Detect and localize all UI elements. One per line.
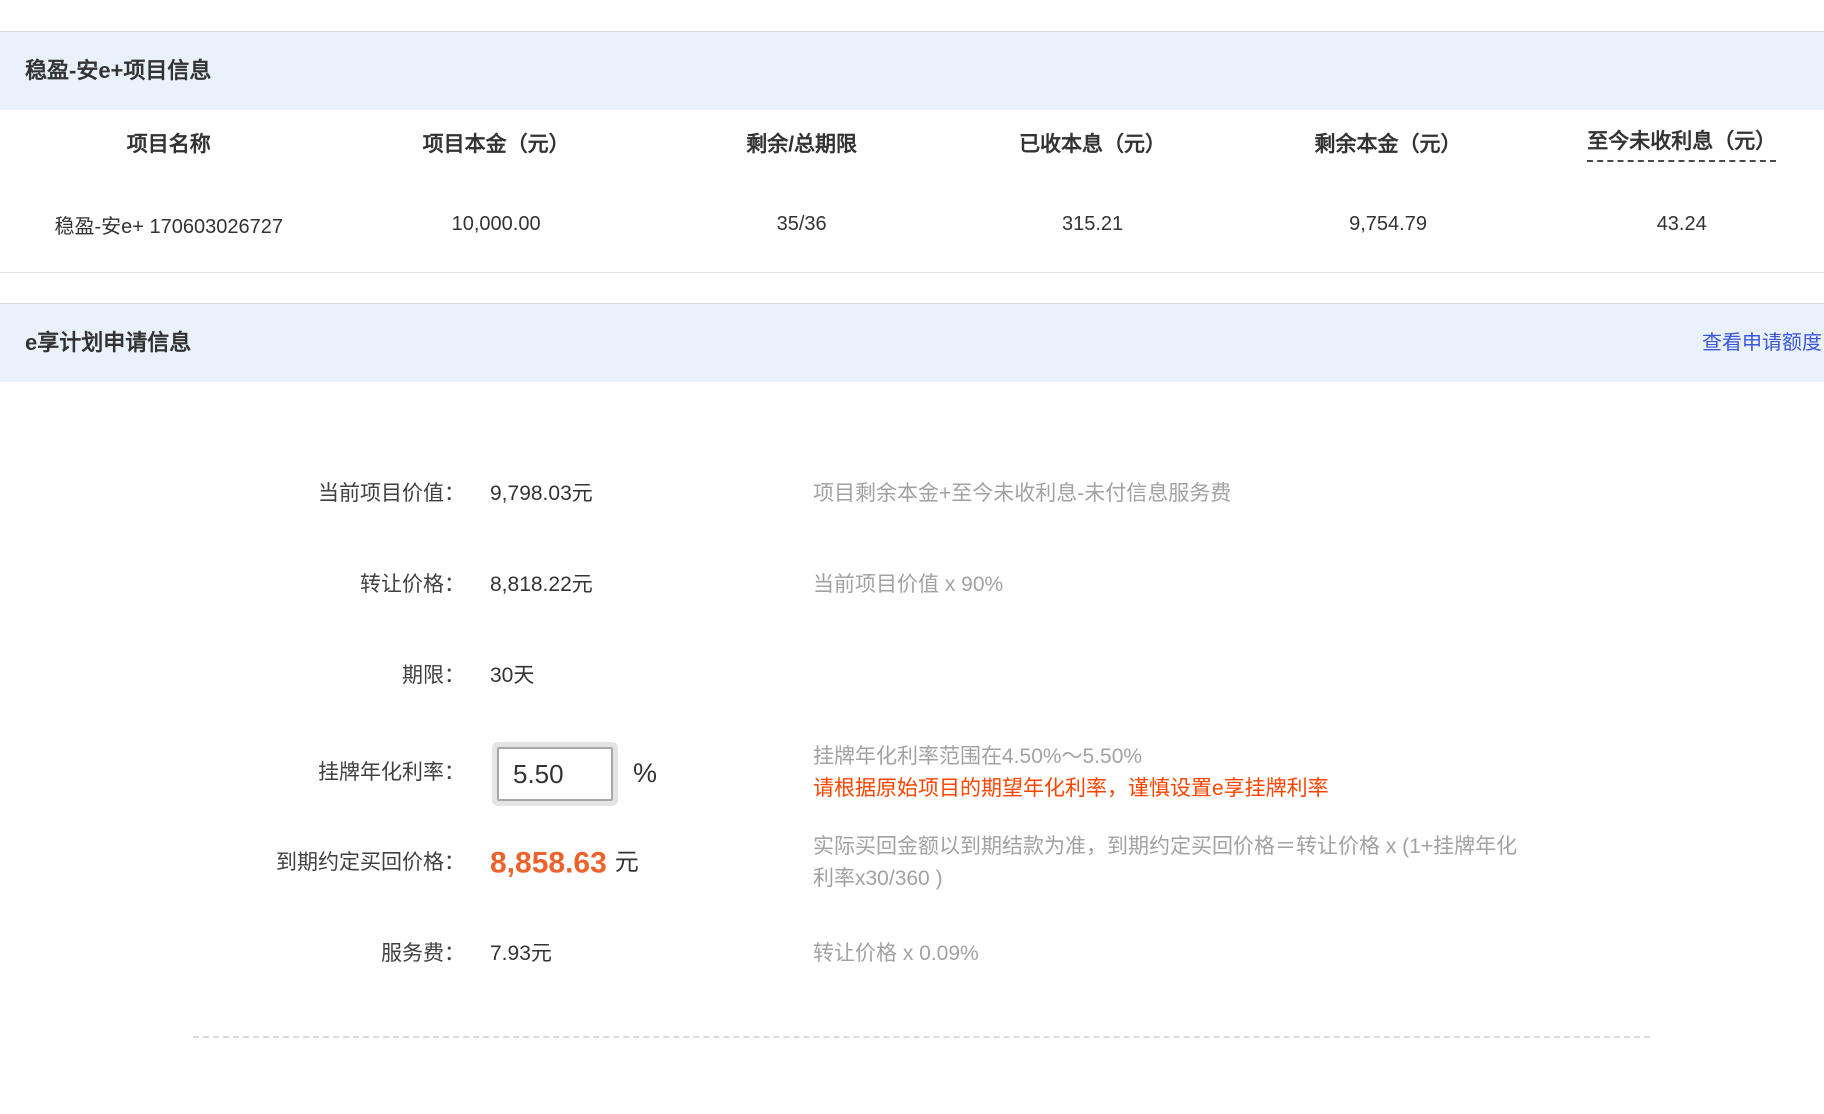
transfer-price-value: 8,818.22元 (490, 557, 593, 613)
service-fee-value: 7.93元 (490, 926, 552, 982)
project-info-header: 稳盈-安e+项目信息 (0, 32, 1824, 110)
eplan-title: e享计划申请信息 (25, 330, 191, 355)
view-application-quota-link[interactable]: 查看申请额度 (1702, 304, 1822, 382)
row-service-fee: 服务费： 7.93元 转让价格 x 0.09% (0, 926, 1824, 982)
listed-annual-rate-hint: 挂牌年化利率范围在4.50%～5.50% 请根据原始项目的期望年化利率，谨慎设置… (813, 741, 1583, 805)
eplan-header: e享计划申请信息 查看申请额度 (0, 304, 1824, 382)
row-buyback-price: 到期约定买回价格： 8,858.63元 实际买回金额以到期结款为准，到期约定买回… (0, 835, 1824, 891)
eplan-form: 当前项目价值： 9,798.03元 项目剩余本金+至今未收利息-未付信息服务费 … (0, 382, 1824, 1038)
page: 稳盈-安e+项目信息 项目名称 项目本金（元） 剩余/总期限 已收本息（元） 剩… (0, 0, 1824, 1114)
cell-unreceived-interest: 43.24 (1539, 176, 1824, 272)
col-project-name: 项目名称 (0, 110, 337, 176)
service-fee-hint: 转让价格 x 0.09% (813, 938, 1583, 970)
cell-project-name: 稳盈-安e+ 170603026727 (0, 176, 337, 272)
buyback-price-hint: 实际买回金额以到期结款为准，到期约定买回价格＝转让价格 x (1+挂牌年化 利率… (813, 831, 1583, 895)
listed-annual-rate-input[interactable] (497, 747, 613, 801)
term-value: 30天 (490, 648, 534, 704)
dashed-divider (193, 1036, 1650, 1038)
buyback-price-value-wrap: 8,858.63 元 (490, 835, 639, 891)
row-term: 期限： 30天 (0, 648, 1824, 704)
transfer-price-label: 转让价格： (0, 557, 465, 613)
buyback-price-label: 到期约定买回价格： (0, 835, 465, 891)
listed-annual-rate-label: 挂牌年化利率： (0, 739, 465, 807)
current-project-value-hint: 项目剩余本金+至今未收利息-未付信息服务费 (813, 478, 1583, 510)
col-unreceived-interest: 至今未收利息（元） (1539, 110, 1824, 176)
project-table: 项目名称 项目本金（元） 剩余/总期限 已收本息（元） 剩余本金（元） 至今未收… (0, 110, 1824, 272)
unreceived-interest-tooltip-trigger[interactable]: 至今未收利息（元） (1587, 125, 1776, 162)
transfer-price-hint: 当前项目价值 x 90% (813, 569, 1583, 601)
current-project-value-label: 当前项目价值： (0, 466, 465, 522)
rate-range-hint: 挂牌年化利率范围在4.50%～5.50% (813, 745, 1142, 768)
percent-sign: % (633, 739, 657, 807)
project-info-card: 稳盈-安e+项目信息 项目名称 项目本金（元） 剩余/总期限 已收本息（元） 剩… (0, 31, 1824, 273)
project-table-header-row: 项目名称 项目本金（元） 剩余/总期限 已收本息（元） 剩余本金（元） 至今未收… (0, 110, 1824, 176)
term-label: 期限： (0, 648, 465, 704)
current-project-value: 9,798.03元 (490, 466, 593, 522)
table-row: 稳盈-安e+ 170603026727 10,000.00 35/36 315.… (0, 176, 1824, 272)
cell-principal: 10,000.00 (337, 176, 654, 272)
eplan-application-card: e享计划申请信息 查看申请额度 当前项目价值： 9,798.03元 项目剩余本金… (0, 303, 1824, 1038)
col-remaining-term: 剩余/总期限 (655, 110, 949, 176)
buyback-price-unit: 元 (615, 849, 639, 876)
project-info-title: 稳盈-安e+项目信息 (25, 58, 211, 83)
col-remaining-principal: 剩余本金（元） (1237, 110, 1540, 176)
cell-remaining-term: 35/36 (655, 176, 949, 272)
row-current-project-value: 当前项目价值： 9,798.03元 项目剩余本金+至今未收利息-未付信息服务费 (0, 466, 1824, 522)
row-listed-annual-rate: 挂牌年化利率： % 挂牌年化利率范围在4.50%～5.50% 请根据原始项目的期… (0, 739, 1824, 807)
col-received: 已收本息（元） (948, 110, 1236, 176)
col-principal: 项目本金（元） (337, 110, 654, 176)
buyback-price-value: 8,858.63 (490, 846, 607, 879)
cell-remaining-principal: 9,754.79 (1237, 176, 1540, 272)
row-transfer-price: 转让价格： 8,818.22元 当前项目价值 x 90% (0, 557, 1824, 613)
rate-warning-text: 请根据原始项目的期望年化利率，谨慎设置e享挂牌利率 (813, 777, 1329, 800)
cell-received: 315.21 (948, 176, 1236, 272)
service-fee-label: 服务费： (0, 926, 465, 982)
